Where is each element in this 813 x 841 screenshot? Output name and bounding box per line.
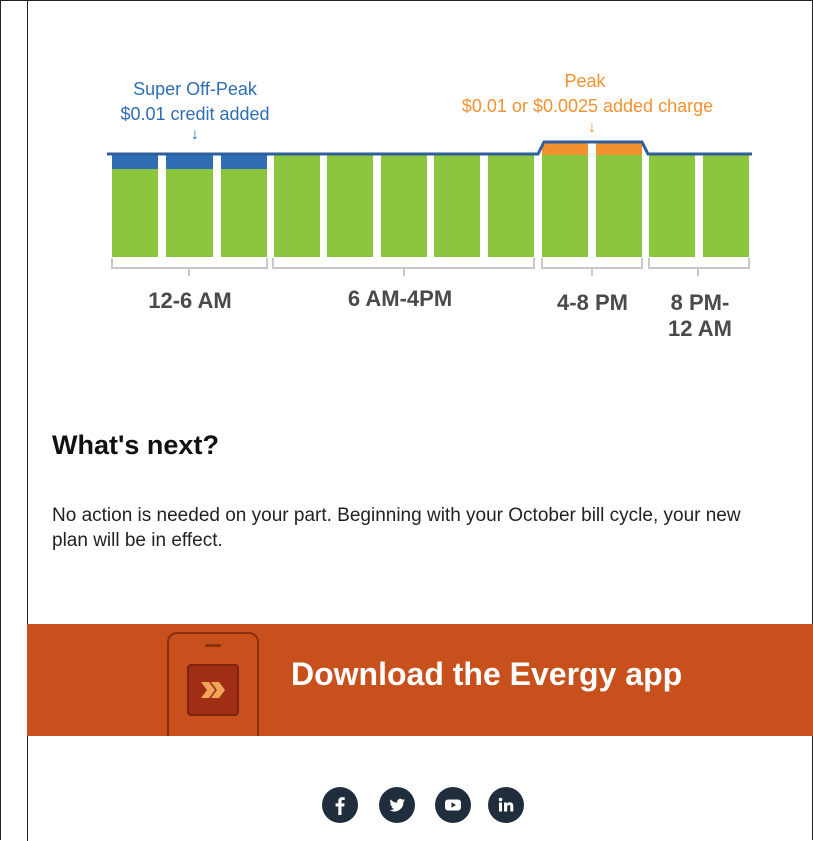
bar-hour-block-6 — [381, 155, 427, 257]
period-label-12-6am: 12-6 AM — [148, 288, 232, 313]
download-app-link[interactable]: Download the Evergy app — [291, 656, 682, 693]
twitter-icon[interactable] — [379, 787, 415, 823]
bar-hour-block-12 — [703, 155, 749, 257]
period-label-8pm-line2: 12 AM — [668, 316, 732, 341]
rate-chart: Super Off-Peak $0.01 credit added ↓ Peak… — [0, 0, 813, 360]
linkedin-icon[interactable] — [488, 787, 524, 823]
whats-next-body: No action is needed on your part. Beginn… — [52, 505, 741, 551]
period-label-4-8pm: 4-8 PM — [557, 290, 628, 315]
period-brackets — [111, 258, 750, 276]
bar-hour-block-1 — [112, 155, 158, 257]
bar-hour-block-2 — [166, 155, 213, 257]
phone-notch — [205, 644, 221, 647]
rate-line — [107, 140, 752, 156]
youtube-icon[interactable] — [435, 787, 471, 823]
bar-hour-block-7 — [434, 155, 480, 257]
bar-hour-block-10 — [596, 143, 642, 257]
rate-bars — [107, 140, 752, 276]
bar-hour-block-9 — [542, 143, 588, 257]
credit-cap-1 — [112, 155, 158, 169]
download-app-banner[interactable]: Download the Evergy app — [27, 624, 813, 736]
evergy-app-icon — [187, 664, 239, 716]
bar-hour-block-4 — [274, 155, 320, 257]
credit-cap-3 — [221, 155, 267, 169]
credit-cap-2 — [166, 155, 213, 169]
whats-next-heading: What's next? — [52, 430, 219, 460]
bar-hour-block-11 — [649, 155, 695, 257]
evergy-chevrons-icon — [201, 682, 225, 698]
period-label-6am-4pm: 6 AM-4PM — [347, 286, 453, 311]
bar-hour-block-3 — [221, 155, 267, 257]
period-label-8pm-line1: 8 PM- — [670, 290, 730, 315]
charge-cap-2 — [596, 143, 642, 155]
period-label-8pm-12am: 8 PM- 12 AM — [655, 290, 745, 342]
charge-cap-1 — [542, 143, 588, 155]
facebook-icon[interactable] — [322, 787, 358, 823]
bar-hour-block-8 — [488, 155, 534, 257]
bar-hour-block-5 — [327, 155, 373, 257]
